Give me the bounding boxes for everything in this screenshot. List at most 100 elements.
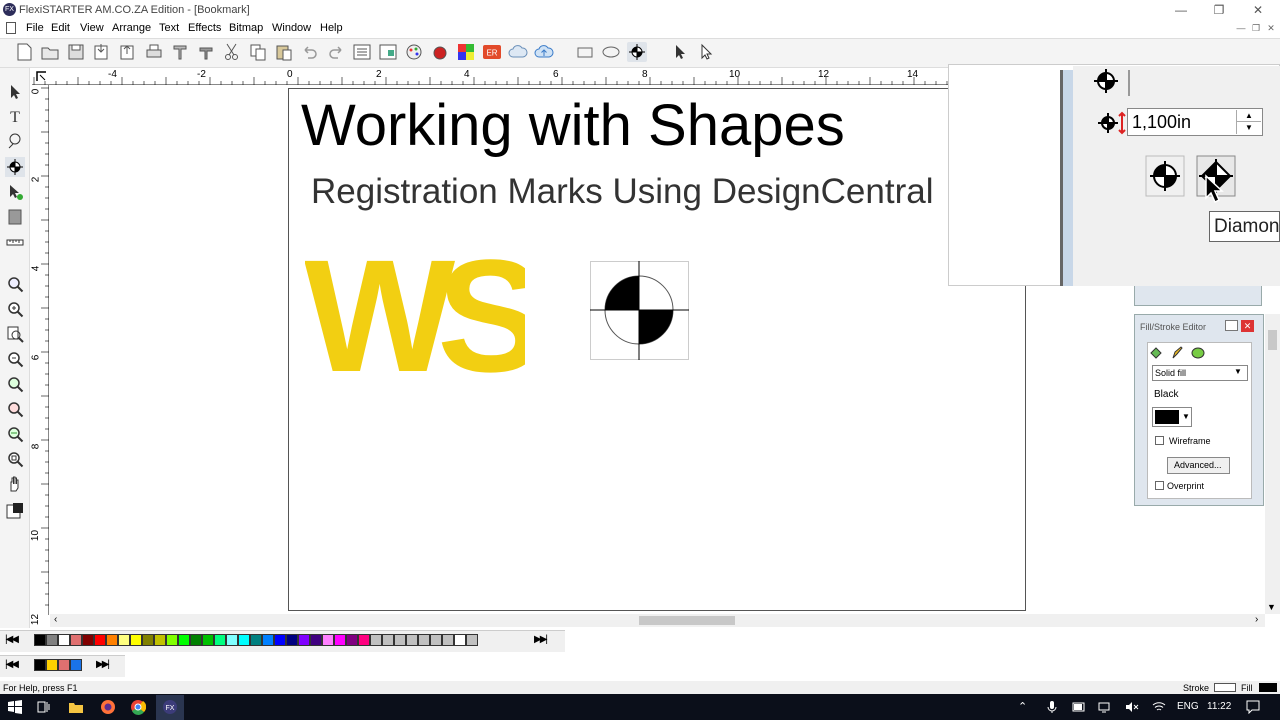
zoom-in-icon[interactable] xyxy=(5,299,25,319)
cloud-icon[interactable] xyxy=(508,42,528,62)
network-icon[interactable] xyxy=(1098,701,1112,713)
registration-tool-icon[interactable] xyxy=(5,157,25,177)
spin-up-icon[interactable]: ▲ xyxy=(1237,110,1261,122)
color-swatch[interactable] xyxy=(238,634,250,646)
select-arrow-icon[interactable] xyxy=(670,42,690,62)
color-swatch[interactable] xyxy=(190,634,202,646)
menu-arrange[interactable]: Arrange xyxy=(112,21,151,35)
import-icon[interactable] xyxy=(92,42,112,62)
chevron-down-icon[interactable]: ▼ xyxy=(1234,367,1242,376)
color-swatch[interactable] xyxy=(94,634,106,646)
text-tool-icon[interactable]: T xyxy=(5,106,25,126)
job-properties-icon[interactable] xyxy=(378,42,398,62)
color-swatch[interactable] xyxy=(226,634,238,646)
shape-tool-icon[interactable] xyxy=(5,131,25,151)
copy-icon[interactable] xyxy=(248,42,268,62)
stroke-pen-icon[interactable] xyxy=(1169,345,1185,361)
status-fill-swatch[interactable] xyxy=(1259,683,1277,692)
menu-window[interactable]: Window xyxy=(272,21,311,35)
zoom-all-icon[interactable] xyxy=(5,374,25,394)
fill-bucket-icon[interactable] xyxy=(1148,345,1164,361)
color-swatch[interactable] xyxy=(58,659,70,671)
color-swatch[interactable] xyxy=(370,634,382,646)
wifi-icon[interactable] xyxy=(1152,701,1166,713)
scroll-right-icon[interactable]: › xyxy=(1255,614,1258,625)
menu-bitmap[interactable]: Bitmap xyxy=(229,21,263,35)
fill-tool-icon[interactable] xyxy=(5,182,25,202)
color-swatch[interactable] xyxy=(70,659,82,671)
redo-icon[interactable] xyxy=(326,42,346,62)
ellipse-tool-icon[interactable] xyxy=(601,42,621,62)
color-swatch[interactable] xyxy=(70,634,82,646)
palette-first-icon[interactable]: |◀◀ xyxy=(5,634,19,645)
language-indicator[interactable]: ENG xyxy=(1177,701,1199,712)
size-spinner[interactable]: ▲ ▼ xyxy=(1236,110,1261,134)
notifications-icon[interactable] xyxy=(1246,700,1260,714)
file-explorer-icon[interactable] xyxy=(68,699,84,715)
color-swatch[interactable] xyxy=(418,634,430,646)
open-folder-icon[interactable] xyxy=(40,42,60,62)
page-heading[interactable]: Working with Shapes xyxy=(301,92,845,159)
task-view-icon[interactable] xyxy=(36,699,52,715)
color-swatch[interactable] xyxy=(322,634,334,646)
circle-mark-button[interactable] xyxy=(1145,155,1185,197)
color-swatch[interactable] xyxy=(34,634,46,646)
color-swatch-tool-icon[interactable] xyxy=(5,207,25,227)
ws-logo[interactable]: WS xyxy=(305,258,525,378)
color-swatch[interactable] xyxy=(358,634,370,646)
wireframe-checkbox[interactable] xyxy=(1155,436,1164,445)
menu-help[interactable]: Help xyxy=(320,21,343,35)
color-swatch[interactable] xyxy=(406,634,418,646)
vertical-scrollbar[interactable] xyxy=(1265,314,1280,614)
windows-start-icon[interactable] xyxy=(7,699,23,715)
color-swatch[interactable] xyxy=(310,634,322,646)
export-icon[interactable] xyxy=(118,42,138,62)
clock[interactable]: 11:22 xyxy=(1207,701,1231,712)
zoom-tool-icon[interactable] xyxy=(5,274,25,294)
color-dropdown-icon[interactable]: ▼ xyxy=(1182,412,1190,421)
status-stroke-swatch[interactable] xyxy=(1214,683,1236,692)
volume-muted-icon[interactable] xyxy=(1125,701,1139,713)
point-select-icon[interactable] xyxy=(696,42,716,62)
zoom-page-icon[interactable] xyxy=(5,324,25,344)
scroll-left-icon[interactable]: ‹ xyxy=(54,614,57,625)
color-swatch[interactable] xyxy=(346,634,358,646)
firefox-icon[interactable] xyxy=(100,699,116,715)
secondary-palette-first-icon[interactable]: |◀◀ xyxy=(5,659,19,670)
cloud-upload-icon[interactable] xyxy=(534,42,554,62)
shadow-icon[interactable] xyxy=(1190,345,1206,361)
undo-icon[interactable] xyxy=(300,42,320,62)
page-subheading[interactable]: Registration Marks Using DesignCentral xyxy=(311,172,933,212)
color-swatch[interactable] xyxy=(262,634,274,646)
print-icon[interactable] xyxy=(144,42,164,62)
secondary-palette-last-icon[interactable]: ▶▶| xyxy=(96,659,110,670)
registration-mark[interactable] xyxy=(590,261,690,361)
measure-tool-icon[interactable] xyxy=(5,232,25,252)
palette-last-icon[interactable]: ▶▶| xyxy=(534,634,548,645)
menu-edit[interactable]: Edit xyxy=(51,21,70,35)
color-swatch[interactable] xyxy=(394,634,406,646)
color-swatch[interactable] xyxy=(334,634,346,646)
scissors-icon[interactable] xyxy=(222,42,242,62)
zoom-actual-icon[interactable] xyxy=(5,449,25,469)
menu-file[interactable]: File xyxy=(26,21,44,35)
color-swatch[interactable] xyxy=(142,634,154,646)
menu-text[interactable]: Text xyxy=(159,21,179,35)
color-swatch[interactable] xyxy=(442,634,454,646)
save-icon[interactable] xyxy=(66,42,86,62)
color-swatch[interactable] xyxy=(46,659,58,671)
color-swatch[interactable] xyxy=(454,634,466,646)
rectangle-tool-icon[interactable] xyxy=(575,42,595,62)
color-swatch[interactable] xyxy=(118,634,130,646)
scroll-down-icon[interactable]: ▼ xyxy=(1267,602,1276,612)
color-swatch[interactable] xyxy=(106,634,118,646)
menu-effects[interactable]: Effects xyxy=(188,21,221,35)
paste-icon[interactable] xyxy=(274,42,294,62)
battery-icon[interactable] xyxy=(1072,702,1086,712)
microphone-icon[interactable] xyxy=(1046,700,1058,714)
mdi-close-button[interactable]: ✕ xyxy=(1265,22,1277,34)
pointer-tool-icon[interactable] xyxy=(5,82,25,102)
flexi-app-icon[interactable]: FX xyxy=(162,699,178,715)
cut-contour-icon[interactable] xyxy=(170,42,190,62)
er-tool-icon[interactable]: ER xyxy=(482,42,502,62)
